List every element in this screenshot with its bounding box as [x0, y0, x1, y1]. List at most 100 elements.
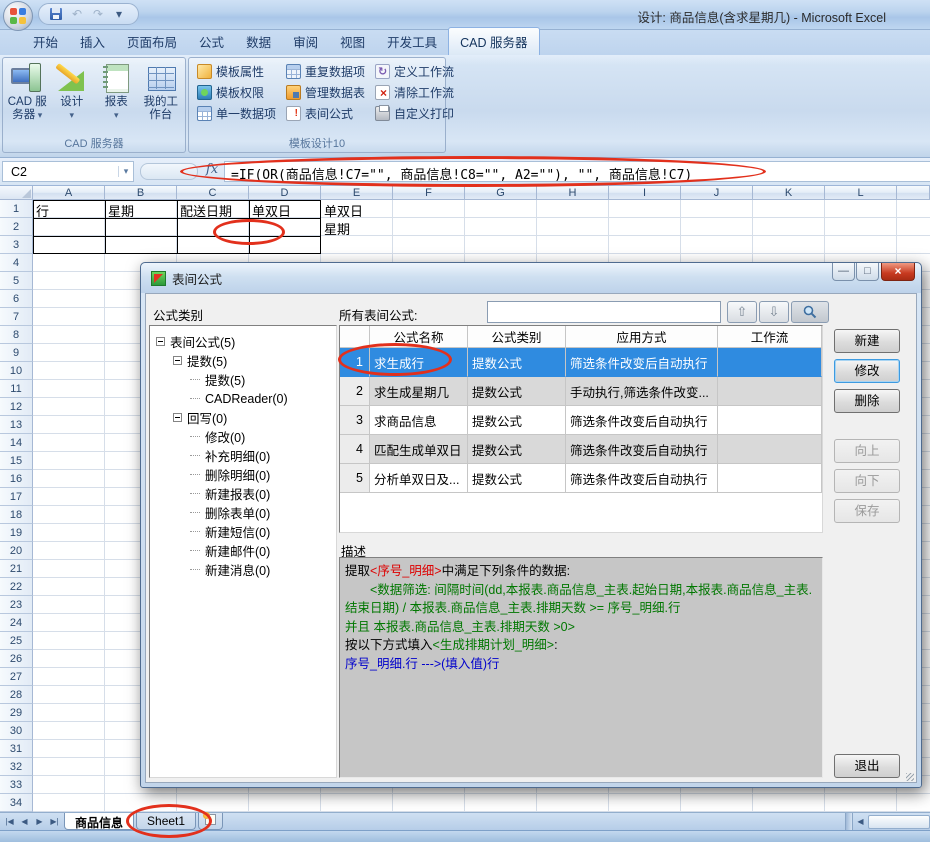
tree-item-10[interactable]: 新建短信(0): [150, 522, 336, 541]
scrollbar-thumb[interactable]: [868, 815, 930, 829]
row-header-14[interactable]: 14: [0, 434, 33, 452]
tree-item-8[interactable]: 新建报表(0): [150, 484, 336, 503]
table-row[interactable]: 5分析单双日及...提数公式筛选条件改变后自动执行: [340, 464, 822, 493]
first-sheet-button[interactable]: |◀: [3, 817, 16, 826]
ribbon-tab-3[interactable]: 公式: [188, 28, 235, 55]
delete-button[interactable]: 删除: [834, 389, 900, 413]
save-button[interactable]: [47, 5, 65, 23]
ribbon-tab-4[interactable]: 数据: [235, 28, 282, 55]
row-header-24[interactable]: 24: [0, 614, 33, 632]
row-header-7[interactable]: 7: [0, 308, 33, 326]
column-header-J[interactable]: J: [681, 186, 753, 200]
row-header-15[interactable]: 15: [0, 452, 33, 470]
modify-button[interactable]: 修改: [834, 359, 900, 383]
row-header-5[interactable]: 5: [0, 272, 33, 290]
horizontal-scrollbar[interactable]: ◀: [852, 813, 930, 830]
ribbon-big-button-2[interactable]: 报表 ▾: [94, 60, 139, 136]
ribbon-big-button-3[interactable]: 我的工作台: [139, 60, 184, 136]
column-header-D[interactable]: D: [249, 186, 321, 200]
ribbon-tab-2[interactable]: 页面布局: [116, 28, 188, 55]
row-header-8[interactable]: 8: [0, 326, 33, 344]
ribbon-big-button-0[interactable]: CAD 服务器 ▾: [5, 60, 50, 136]
row-header-32[interactable]: 32: [0, 758, 33, 776]
dialog-minimize-button[interactable]: —: [832, 263, 855, 281]
collapse-icon[interactable]: [173, 413, 182, 422]
formula-search-input[interactable]: [487, 301, 721, 323]
column-header-G[interactable]: G: [465, 186, 537, 200]
ribbon-tab-8[interactable]: CAD 服务器: [448, 27, 539, 55]
dialog-close-button[interactable]: ×: [881, 263, 915, 281]
insert-function-button[interactable]: fx: [201, 162, 223, 181]
new-button[interactable]: 新建: [834, 329, 900, 353]
ribbon-tab-0[interactable]: 开始: [22, 28, 69, 55]
column-header-B[interactable]: B: [105, 186, 177, 200]
qat-customize-dropdown[interactable]: ▾: [110, 5, 128, 23]
dialog-title-bar[interactable]: 表间公式: [141, 263, 921, 293]
ribbon-small-button-4[interactable]: 管理数据表: [282, 82, 369, 103]
select-all-corner[interactable]: [0, 186, 33, 200]
row-header-11[interactable]: 11: [0, 380, 33, 398]
row-header-34[interactable]: 34: [0, 794, 33, 812]
ribbon-small-button-0[interactable]: 模板属性: [193, 61, 280, 82]
column-header-C[interactable]: C: [177, 186, 249, 200]
column-header-E[interactable]: E: [321, 186, 393, 200]
tree-item-3[interactable]: CADReader(0): [150, 389, 336, 408]
resize-grip[interactable]: [906, 773, 914, 781]
ribbon-small-button-3[interactable]: 重复数据项: [282, 61, 369, 82]
row-header-28[interactable]: 28: [0, 686, 33, 704]
row-header-29[interactable]: 29: [0, 704, 33, 722]
row-header-26[interactable]: 26: [0, 650, 33, 668]
collapse-icon[interactable]: [156, 337, 165, 346]
table-row[interactable]: 4匹配生成单双日提数公式筛选条件改变后自动执行: [340, 435, 822, 464]
tab-split-handle[interactable]: [845, 813, 852, 830]
row-header-4[interactable]: 4: [0, 254, 33, 272]
ribbon-small-button-5[interactable]: 表间公式: [282, 103, 369, 124]
tree-item-9[interactable]: 删除表单(0): [150, 503, 336, 522]
column-header-A[interactable]: A: [33, 186, 105, 200]
row-header-1[interactable]: 1: [0, 200, 33, 218]
dialog-maximize-button[interactable]: □: [856, 263, 879, 281]
sheet-tab-0[interactable]: 商品信息: [64, 813, 134, 830]
ribbon-small-button-8[interactable]: 自定义打印: [371, 103, 458, 124]
ribbon-tab-1[interactable]: 插入: [69, 28, 116, 55]
ribbon-small-button-1[interactable]: 模板权限: [193, 82, 280, 103]
move-up-arrow-button[interactable]: ⇧: [727, 301, 757, 323]
row-header-25[interactable]: 25: [0, 632, 33, 650]
table-row[interactable]: 2求生成星期几提数公式手动执行,筛选条件改变...: [340, 377, 822, 406]
tree-item-5[interactable]: 修改(0): [150, 427, 336, 446]
ribbon-tab-6[interactable]: 视图: [329, 28, 376, 55]
undo-button[interactable]: ↶: [68, 5, 86, 23]
column-header-2[interactable]: 公式类别: [468, 326, 566, 348]
redo-button[interactable]: ↷: [89, 5, 107, 23]
table-row[interactable]: 1求生成行提数公式筛选条件改变后自动执行: [340, 348, 822, 377]
column-header-H[interactable]: H: [537, 186, 609, 200]
row-header-22[interactable]: 22: [0, 578, 33, 596]
row-header-6[interactable]: 6: [0, 290, 33, 308]
prev-sheet-button[interactable]: ◀: [18, 817, 31, 826]
sheet-tab-1[interactable]: Sheet1: [136, 813, 196, 830]
table-row[interactable]: 3求商品信息提数公式筛选条件改变后自动执行: [340, 406, 822, 435]
row-header-27[interactable]: 27: [0, 668, 33, 686]
tree-item-12[interactable]: 新建消息(0): [150, 560, 336, 579]
last-sheet-button[interactable]: ▶|: [48, 817, 61, 826]
row-header-33[interactable]: 33: [0, 776, 33, 794]
tree-item-4[interactable]: 回写(0): [150, 408, 336, 427]
ribbon-tab-5[interactable]: 审阅: [282, 28, 329, 55]
row-header-2[interactable]: 2: [0, 218, 33, 236]
row-header-21[interactable]: 21: [0, 560, 33, 578]
ribbon-small-button-6[interactable]: 定义工作流: [371, 61, 458, 82]
column-header-1[interactable]: 公式名称: [370, 326, 468, 348]
tree-item-2[interactable]: 提数(5): [150, 370, 336, 389]
ribbon-small-button-7[interactable]: 清除工作流: [371, 82, 458, 103]
row-header-16[interactable]: 16: [0, 470, 33, 488]
row-header-19[interactable]: 19: [0, 524, 33, 542]
exit-button[interactable]: 退出: [834, 754, 900, 778]
row-header-31[interactable]: 31: [0, 740, 33, 758]
row-header-23[interactable]: 23: [0, 596, 33, 614]
ribbon-big-button-1[interactable]: 设计 ▾: [50, 60, 95, 136]
insert-worksheet-tab[interactable]: [198, 813, 223, 830]
column-header-3[interactable]: 应用方式: [566, 326, 718, 348]
column-header-4[interactable]: 工作流: [718, 326, 822, 348]
row-header-20[interactable]: 20: [0, 542, 33, 560]
formula-input[interactable]: =IF(OR(商品信息!C7="", 商品信息!C8="", A2=""), "…: [224, 161, 930, 182]
